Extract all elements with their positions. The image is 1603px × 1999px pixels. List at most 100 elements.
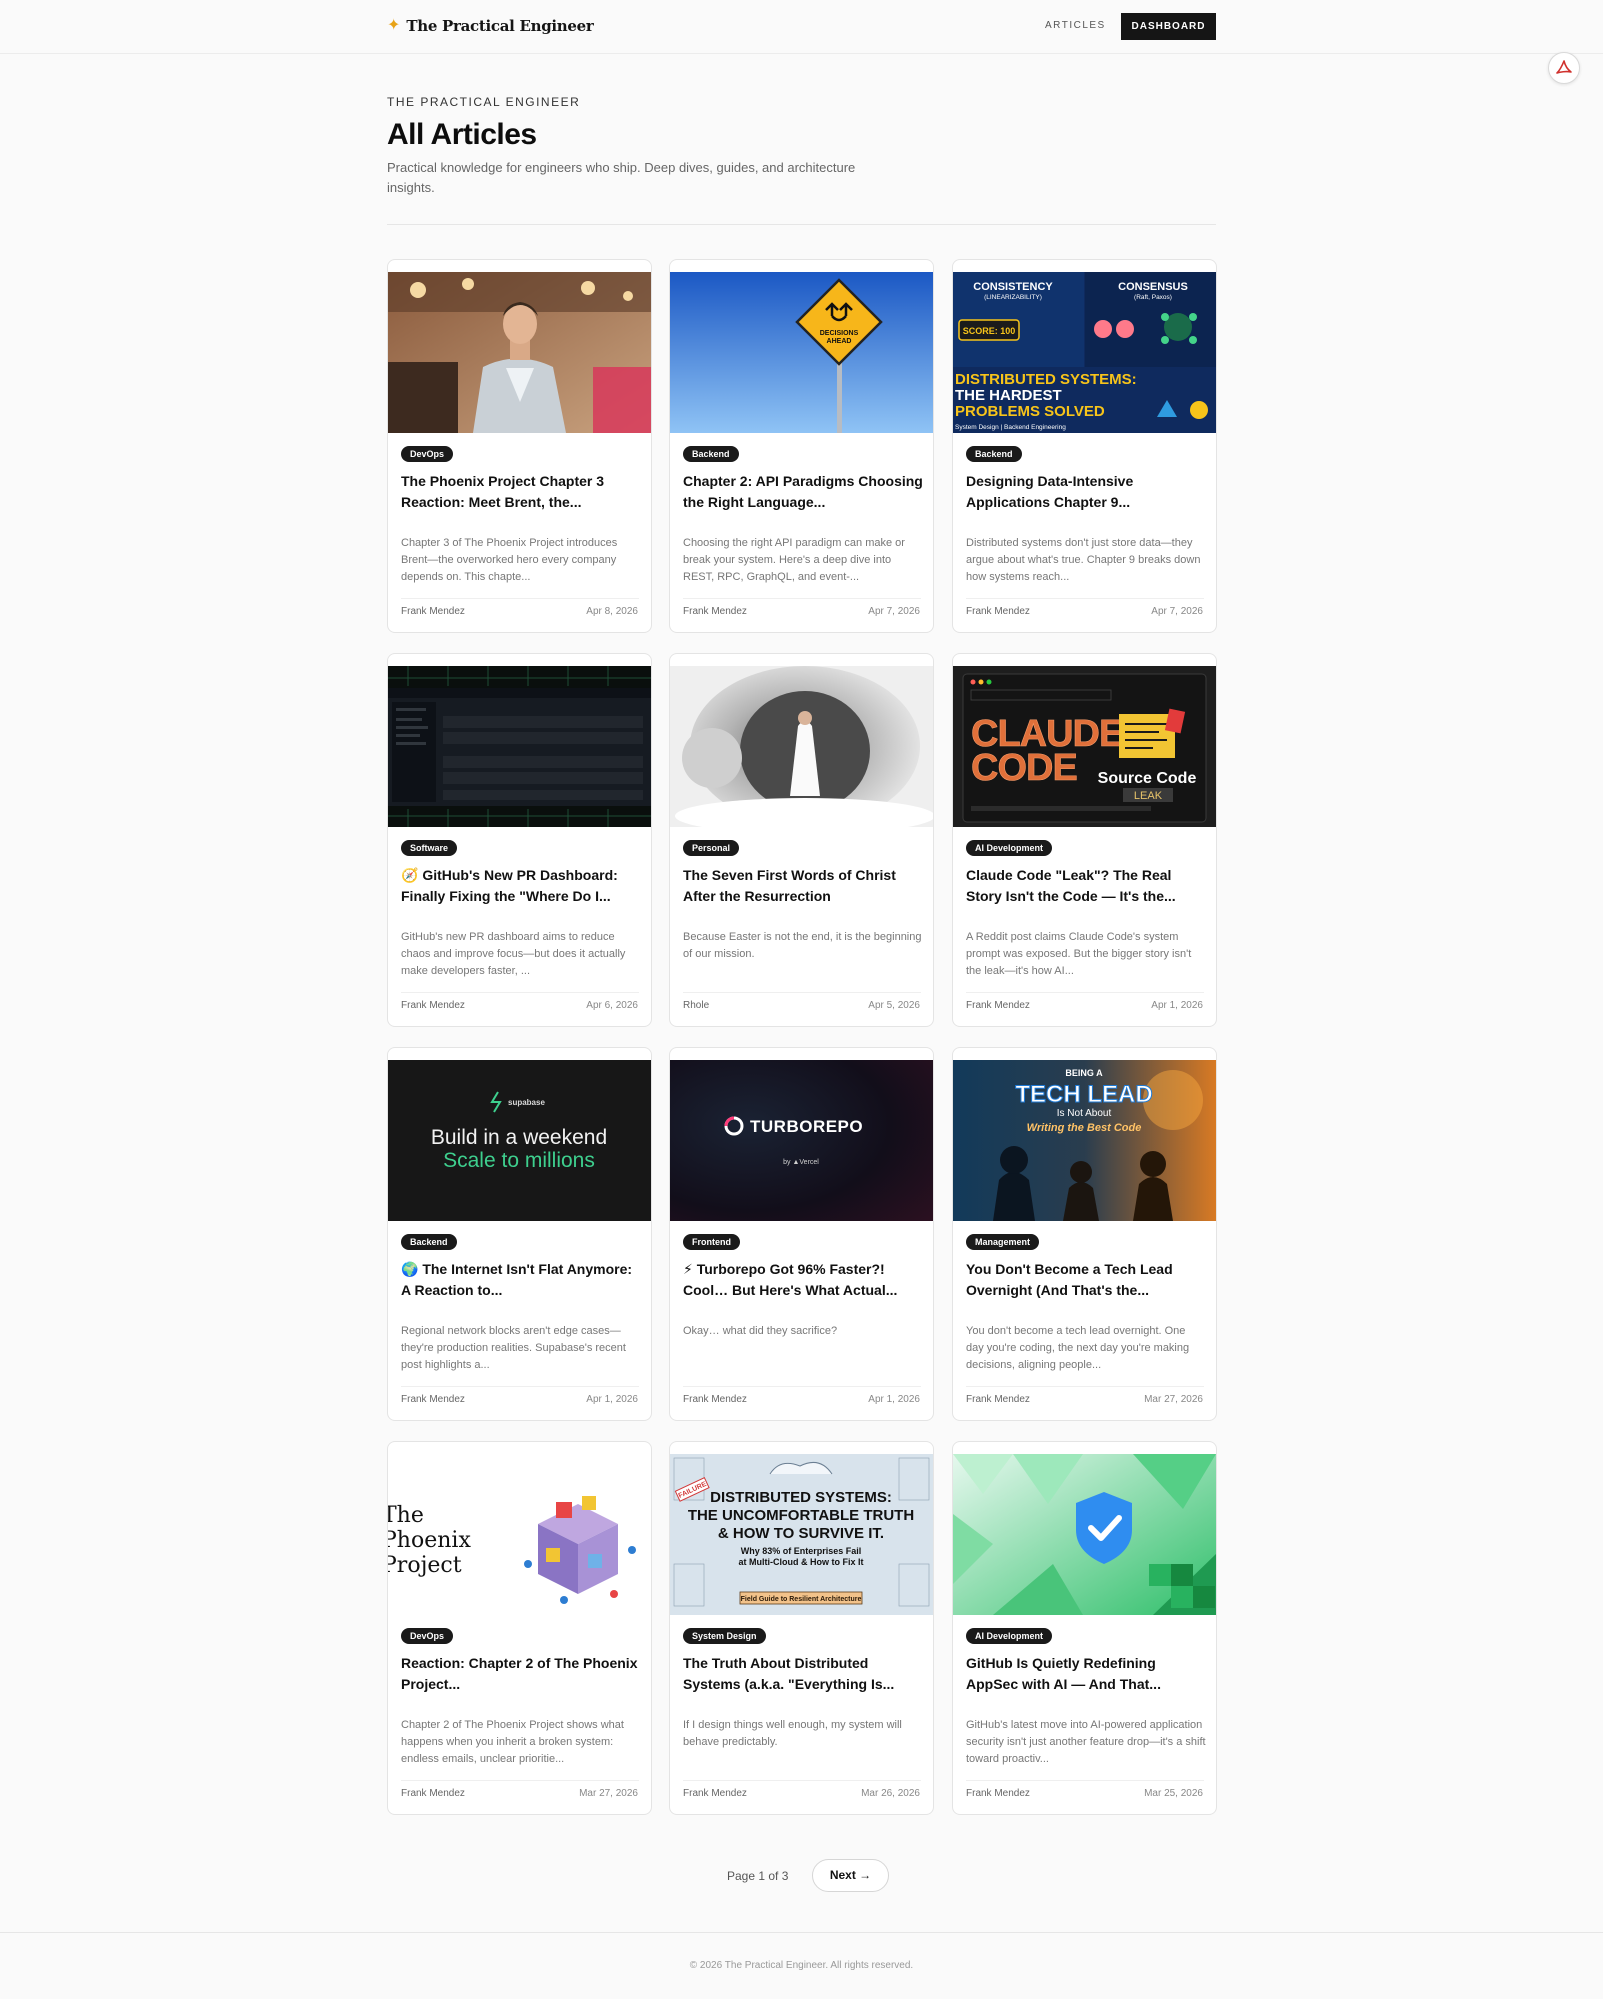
footer-copyright: © 2026 The Practical Engineer. All right… [689,1960,914,1971]
article-title[interactable]: 🧭 GitHub's New PR Dashboard: Finally Fix… [401,865,641,907]
article-date: Apr 1, 2026 [1151,1000,1203,1011]
article-author: Frank Mendez [683,1394,747,1405]
article-card[interactable]: CLAUDE CODE Source Code LEAK AI Developm… [952,653,1217,1027]
article-title[interactable]: The Truth About Distributed Systems (a.k… [683,1653,923,1695]
svg-text:TECH LEAD: TECH LEAD [1015,1081,1152,1108]
article-category-tag: DevOps [401,1628,454,1644]
brand-logo[interactable]: ✦ The Practical Engineer [387,15,594,37]
article-title[interactable]: ⚡ Turborepo Got 96% Faster?! Cool… But H… [683,1259,923,1301]
svg-text:Field Guide to Resilient Archi: Field Guide to Resilient Architecture [741,1596,862,1603]
top-nav: ✦ The Practical Engineer ARTICLES DASHBO… [0,0,1603,54]
article-date: Apr 1, 2026 [868,1394,920,1405]
article-card[interactable]: BEING A TECH LEAD Is Not About Writing t… [952,1047,1217,1421]
article-thumbnail[interactable]: DISTRIBUTED SYSTEMS: THE UNCOMFORTABLE T… [670,1454,933,1615]
article-category-tag: Backend [683,446,739,462]
article-author: Frank Mendez [401,1000,465,1011]
article-author: Frank Mendez [401,1394,465,1405]
article-excerpt: Because Easter is not the end, it is the… [683,931,922,960]
article-card[interactable]: Personal The Seven First Words of Christ… [669,653,934,1027]
article-date: Apr 8, 2026 [586,606,638,617]
article-thumbnail[interactable] [388,272,651,433]
svg-text:THE UNCOMFORTABLE TRUTH: THE UNCOMFORTABLE TRUTH [688,1507,914,1524]
article-card[interactable]: DECISIONS AHEAD Backend Chapter 2: API P… [669,259,934,633]
svg-text:Build in a weekend: Build in a weekend [431,1126,607,1149]
svg-text:The: The [388,1503,424,1528]
sparkle-icon: ✦ [387,17,401,34]
article-title[interactable]: You Don't Become a Tech Lead Overnight (… [966,1259,1206,1301]
article-category-tag: AI Development [966,1628,1053,1644]
article-title[interactable]: The Phoenix Project Chapter 3 Reaction: … [401,471,641,513]
card-divider [966,1386,1204,1387]
article-title[interactable]: Designing Data-Intensive Applications Ch… [966,471,1206,513]
article-author: Frank Mendez [401,1788,465,1799]
article-title[interactable]: 🌍 The Internet Isn't Flat Anymore: A Rea… [401,1259,641,1301]
svg-text:Writing the Best Code: Writing the Best Code [1027,1122,1142,1134]
next-page-button[interactable]: Next → [812,1859,889,1892]
article-card[interactable]: Software 🧭 GitHub's New PR Dashboard: Fi… [387,653,652,1027]
article-author: Frank Mendez [966,1000,1030,1011]
article-date: Mar 25, 2026 [1144,1788,1203,1799]
article-excerpt: Regional network blocks aren't edge case… [401,1325,626,1371]
article-excerpt: Okay… what did they sacrifice? [683,1325,838,1337]
article-excerpt: Chapter 3 of The Phoenix Project introdu… [401,537,618,583]
svg-text:supabase: supabase [508,1098,545,1107]
article-category-tag: Backend [966,446,1022,462]
article-category-tag: Software [401,840,458,856]
nav-link-articles[interactable]: ARTICLES [1045,13,1106,39]
svg-text:& HOW TO SURVIVE IT.: & HOW TO SURVIVE IT. [718,1525,884,1542]
svg-text:Phoenix: Phoenix [388,1528,471,1553]
article-title[interactable]: Claude Code "Leak"? The Real Story Isn't… [966,865,1206,907]
article-card[interactable]: The Phoenix Project DevOps Reaction: Cha… [387,1441,652,1815]
card-divider [966,992,1204,993]
article-author: Rhole [683,1000,710,1011]
article-card[interactable]: AI Development GitHub Is Quietly Redefin… [952,1441,1217,1815]
card-divider [683,1780,921,1781]
article-thumbnail[interactable]: BEING A TECH LEAD Is Not About Writing t… [953,1060,1216,1221]
brand-name: The Practical Engineer [406,17,594,35]
svg-text:AHEAD: AHEAD [827,338,852,345]
article-category-tag: DevOps [401,446,454,462]
svg-text:(Raft, Paxos): (Raft, Paxos) [1134,294,1172,301]
article-thumbnail[interactable]: The Phoenix Project [388,1454,651,1615]
article-thumbnail[interactable]: TURBOREPO by ▲Vercel [670,1060,933,1221]
article-thumbnail[interactable]: CONSISTENCY (LINEARIZABILITY) CONSENSUS … [953,272,1216,433]
article-title[interactable]: GitHub Is Quietly Redefining AppSec with… [966,1653,1206,1695]
svg-text:CODE: CODE [971,747,1077,789]
article-date: Apr 5, 2026 [868,1000,920,1011]
pdf-icon[interactable] [1548,52,1580,84]
svg-text:CONSENSUS: CONSENSUS [1118,281,1188,293]
article-card[interactable]: supabase Build in a weekend Scale to mil… [387,1047,652,1421]
article-card[interactable]: CONSISTENCY (LINEARIZABILITY) CONSENSUS … [952,259,1217,633]
article-date: Mar 27, 2026 [579,1788,638,1799]
article-thumbnail[interactable]: DECISIONS AHEAD [670,272,933,433]
svg-text:by ▲Vercel: by ▲Vercel [783,1159,819,1166]
article-thumbnail[interactable] [953,1454,1216,1615]
article-excerpt: Chapter 2 of The Phoenix Project shows w… [401,1719,624,1765]
article-author: Frank Mendez [683,606,747,617]
dashboard-button[interactable]: DASHBOARD [1121,13,1216,40]
article-thumbnail[interactable]: CLAUDE CODE Source Code LEAK [953,666,1216,827]
page-eyebrow: THE PRACTICAL ENGINEER [387,95,581,109]
article-category-tag: Management [966,1234,1040,1250]
svg-text:DECISIONS: DECISIONS [820,330,859,337]
article-excerpt: You don't become a tech lead overnight. … [966,1325,1190,1371]
article-thumbnail[interactable]: supabase Build in a weekend Scale to mil… [388,1060,651,1221]
article-author: Frank Mendez [966,1394,1030,1405]
article-date: Mar 26, 2026 [861,1788,920,1799]
card-divider [401,1386,639,1387]
article-card[interactable]: DISTRIBUTED SYSTEMS: THE UNCOMFORTABLE T… [669,1441,934,1815]
article-thumbnail[interactable] [388,666,651,827]
header-divider [387,224,1216,225]
article-card[interactable]: DevOps The Phoenix Project Chapter 3 Rea… [387,259,652,633]
article-thumbnail[interactable] [670,666,933,827]
card-divider [683,1386,921,1387]
svg-text:System Design | Backend Engine: System Design | Backend Engineering [955,424,1066,431]
article-date: Mar 27, 2026 [1144,1394,1203,1405]
article-date: Apr 7, 2026 [1151,606,1203,617]
svg-text:BEING A: BEING A [1065,1068,1103,1078]
svg-text:(LINEARIZABILITY): (LINEARIZABILITY) [984,294,1042,301]
article-card[interactable]: TURBOREPO by ▲Vercel Frontend ⚡ Turborep… [669,1047,934,1421]
article-title[interactable]: Reaction: Chapter 2 of The Phoenix Proje… [401,1653,641,1695]
article-title[interactable]: The Seven First Words of Christ After th… [683,865,923,907]
article-title[interactable]: Chapter 2: API Paradigms Choosing the Ri… [683,471,923,513]
